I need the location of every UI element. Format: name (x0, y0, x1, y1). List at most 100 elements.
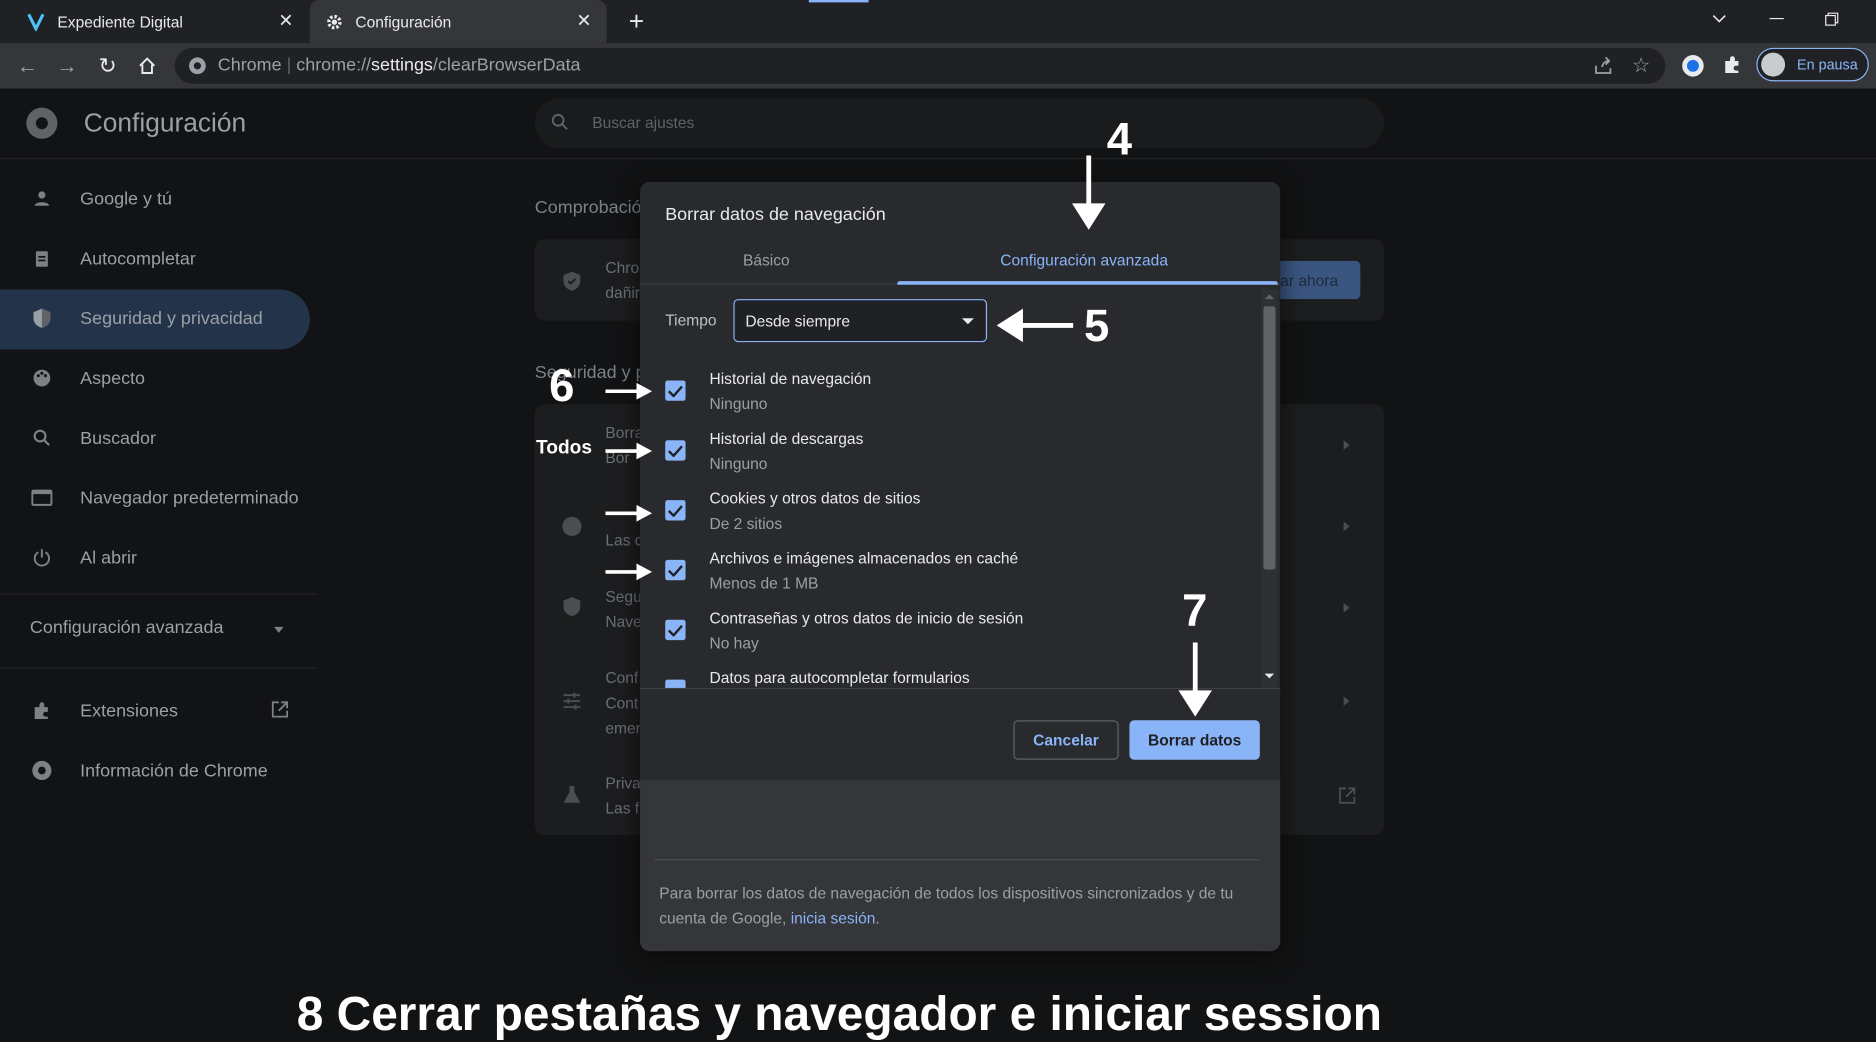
search-icon (30, 426, 54, 450)
sync-divider (654, 859, 1260, 861)
reload-icon[interactable]: ↻ (93, 51, 122, 80)
back-arrow-icon[interactable]: ← (13, 51, 42, 80)
checkbox-autofill[interactable] (665, 679, 686, 688)
item-title: Historial de navegación (709, 369, 872, 388)
time-range-value: Desde siempre (745, 312, 850, 331)
browser-window-icon (30, 486, 54, 510)
person-icon (30, 187, 54, 211)
clipboard-icon (30, 246, 54, 270)
active-tab-indicator (897, 281, 1278, 285)
cookie-icon (562, 516, 582, 537)
avatar (1761, 52, 1786, 77)
sidebar-item-about[interactable]: Información de Chrome (30, 747, 317, 795)
check-now-label: ar ahora (1280, 271, 1339, 290)
sidebar-item-on-startup[interactable]: Al abrir (30, 534, 317, 582)
sidebar-item-label: Google y tú (80, 188, 172, 209)
safety-heading: Comprobación (534, 197, 652, 218)
new-tab-button[interactable]: + (625, 7, 649, 36)
sidebar-advanced-toggle[interactable]: Configuración avanzada (30, 617, 293, 641)
item-subtitle: De 2 sitios (709, 514, 783, 533)
sidebar-item-search-engine[interactable]: Buscador (30, 414, 317, 462)
home-icon[interactable] (133, 51, 162, 80)
tab-basic[interactable]: Básico (743, 251, 790, 269)
share-icon[interactable] (1592, 55, 1614, 83)
gear-icon (324, 12, 343, 31)
time-range-select[interactable]: Desde siempre (733, 299, 988, 343)
cancel-button[interactable]: Cancelar (1013, 720, 1119, 760)
arrow-down-icon (1177, 642, 1213, 725)
arrow-right-icon (605, 561, 653, 589)
privacy-row-1-title: Borra (605, 423, 644, 442)
shield-icon (30, 306, 54, 330)
tab-search-chevron-icon[interactable] (1692, 0, 1747, 38)
item-title: Archivos e imágenes almacenados en caché (709, 549, 1019, 568)
dialog-title: Borrar datos de navegación (665, 204, 886, 225)
annotation-step-7: 7 (1182, 586, 1208, 637)
item-title: Datos para autocompletar formularios (709, 668, 970, 687)
privacy-row-4-title: Conf (605, 668, 639, 687)
sign-in-link[interactable]: inicia sesión (791, 909, 876, 927)
sync-notice: Para borrar los datos de navegación de t… (659, 881, 1269, 931)
close-tab-icon[interactable]: ✕ (573, 11, 595, 33)
url-prefix: chrome:// (296, 55, 372, 76)
sidebar-divider (0, 593, 318, 595)
forward-arrow-icon[interactable]: → (53, 51, 82, 80)
arrow-left-icon (996, 306, 1076, 350)
scroll-thumb[interactable] (1263, 306, 1276, 570)
privacy-row-3-title: Segu (605, 587, 642, 606)
clear-data-button[interactable]: Borrar datos (1129, 720, 1260, 760)
annotation-step-6: 6 (549, 361, 575, 412)
address-scheme-label: Chrome (217, 55, 282, 76)
arrow-right-icon (605, 503, 653, 531)
annotation-step-5: 5 (1083, 301, 1110, 352)
item-subtitle: No hay (709, 634, 759, 653)
item-title: Cookies y otros datos de sitios (709, 489, 921, 508)
tab-expediente-digital[interactable]: Expediente Digital ✕ (10, 0, 309, 43)
sidebar-item-google[interactable]: Google y tú (30, 175, 317, 223)
arrow-right-icon (605, 440, 653, 468)
tab-title: Configuración (355, 12, 452, 31)
item-clip: Datos para autocompletar formularios (646, 660, 1261, 688)
puzzle-extensions-icon[interactable] (1722, 54, 1744, 82)
bookmark-star-icon[interactable]: ☆ (1632, 54, 1650, 78)
sidebar-item-label: Seguridad y privacidad (80, 308, 263, 329)
restore-button[interactable] (1804, 0, 1859, 38)
sidebar-item-security[interactable]: Seguridad y privacidad (30, 294, 317, 342)
search-icon (550, 112, 569, 137)
arrow-down-icon (1071, 155, 1107, 239)
tab-configuracion[interactable]: Configuración ✕ (309, 0, 607, 44)
item-subtitle: Ninguno (709, 394, 768, 413)
sync-text: Para borrar los datos de navegación de t… (659, 884, 1234, 928)
sidebar-item-label: Autocompletar (80, 248, 196, 269)
checkbox-cookies[interactable] (665, 500, 686, 521)
sidebar-item-autofill[interactable]: Autocompletar (30, 235, 317, 283)
arrow-right-icon (605, 380, 653, 408)
scroll-down-arrow-icon[interactable] (1264, 673, 1275, 679)
minimize-button[interactable] (1749, 0, 1804, 38)
sidebar-item-label: Al abrir (80, 547, 138, 568)
shield-icon (562, 596, 581, 624)
checkbox-cache[interactable] (665, 559, 686, 581)
close-tab-icon[interactable]: ✕ (275, 11, 297, 33)
checkbox-download-history[interactable] (665, 440, 686, 461)
profile-button[interactable]: En pausa (1756, 47, 1869, 82)
chevron-right-icon (1343, 521, 1350, 532)
sidebar-item-label: Buscador (80, 427, 156, 449)
power-icon (30, 546, 54, 570)
item-title: Contraseñas y otros datos de inicio de s… (709, 608, 1024, 627)
extension-badge-icon[interactable] (1682, 55, 1704, 77)
chrome-logo-icon (30, 759, 54, 783)
open-external-icon (270, 700, 289, 725)
tab-advanced[interactable]: Configuración avanzada (1000, 251, 1168, 269)
sidebar-item-default-browser[interactable]: Navegador predeterminado (30, 474, 317, 522)
checkbox-browsing-history[interactable] (665, 380, 686, 401)
caret-down-icon (273, 626, 284, 633)
checkbox-passwords[interactable] (665, 619, 686, 641)
url-host: settings (371, 55, 433, 76)
privacy-row-2-sub: Las c (605, 531, 643, 550)
page-title: Configuración (83, 107, 247, 138)
scroll-up-arrow-icon[interactable] (1264, 294, 1275, 300)
sidebar-item-appearance[interactable]: Aspecto (30, 354, 317, 402)
privacy-row-4-sub2: emer (605, 719, 641, 738)
chrome-logo-icon (189, 57, 206, 75)
